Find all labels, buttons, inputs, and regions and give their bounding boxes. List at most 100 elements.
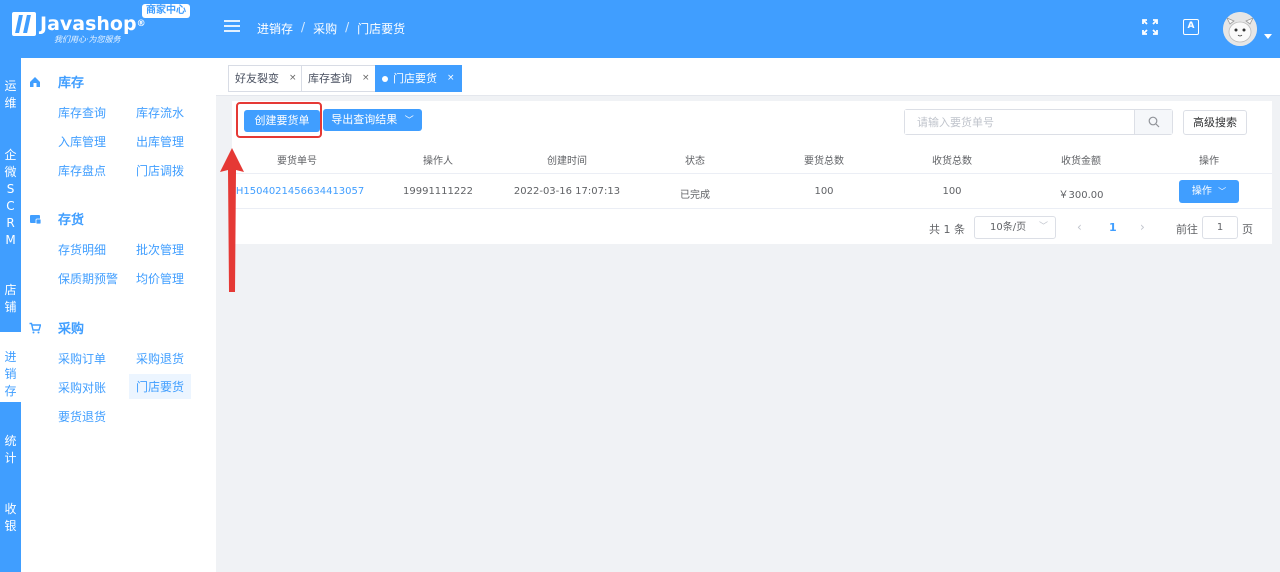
column-header: 收货金额 [1061,156,1101,167]
close-icon[interactable]: × [447,66,455,91]
prev-page-icon[interactable]: ‹ [1077,220,1082,234]
page-unit-label: 页 [1242,223,1253,236]
main-panel: 创建要货单 导出查询结果 ﹀ 高级搜索 要货单号 操作人 创建时间 状态 要货总… [230,101,1272,244]
system-menu-item[interactable]: 企微SCRM [0,147,21,249]
chevron-down-icon: ﹀ [1038,222,1048,232]
column-header: 收货总数 [932,156,972,167]
tab-item-active[interactable]: 门店要货 × [375,65,462,92]
export-label: 导出查询结果 [331,113,398,126]
table-header: 要货单号 操作人 创建时间 状态 要货总数 收货总数 收货金额 操作 [232,142,1272,174]
sidebar-item[interactable]: 采购对账 [54,377,110,398]
top-header: Javashop® 我们用心·为您服务 商家中心 进销存 / 采购 / 门店要货… [0,0,1280,58]
column-header: 状态 [685,156,705,167]
column-header: 要货总数 [804,156,844,167]
table-row: YH1504021456634413057 19991111222 2022-0… [230,174,1272,209]
search-box [904,109,1173,135]
sidebar-section-title: 存货 [29,209,84,228]
logo-mark-icon [12,12,36,36]
system-menu-item[interactable]: 收银 [0,501,21,535]
sidebar-item[interactable]: 采购退货 [132,348,188,369]
tab-item[interactable]: 库存查询 × [301,65,377,92]
arrow-annotation-icon [220,148,244,292]
goto-page-input[interactable] [1202,216,1238,239]
search-icon [1148,116,1159,128]
total-count: 共 1 条 [929,223,965,236]
logo-text: Javashop® [40,13,146,35]
logo-slogan: 我们用心·为您服务 [54,35,121,44]
system-menu-item[interactable]: 统计 [0,433,21,467]
create-order-button[interactable]: 创建要货单 [244,110,320,132]
breadcrumb: 进销存 / 采购 / 门店要货 [257,20,405,37]
search-button[interactable] [1134,110,1172,134]
breadcrumb-separator: / [301,20,306,34]
logo[interactable]: Javashop® [12,12,146,36]
breadcrumb-item[interactable]: 进销存 [257,20,293,37]
breadcrumb-item[interactable]: 采购 [313,20,337,37]
column-header: 操作人 [423,156,453,167]
column-header: 要货单号 [277,156,317,167]
sidebar-item[interactable]: 库存流水 [132,102,188,123]
avatar[interactable] [1223,12,1257,46]
sidebar-section-label: 库存 [58,76,85,91]
sidebar-section-label: 采购 [58,322,85,337]
tab-item[interactable]: 好友裂变 × [228,65,304,92]
operator-cell: 19991111222 [403,186,473,197]
sidebar-section-label: 存货 [58,213,85,228]
sidebar-item[interactable]: 保质期预警 [54,268,122,289]
sidebar: 库存 库存查询 库存流水 入库管理 出库管理 库存盘点 门店调拨 存货 存货明细… [21,58,216,572]
current-page[interactable]: 1 [1109,221,1117,234]
sidebar-item[interactable]: 库存查询 [54,102,110,123]
breadcrumb-separator: / [345,20,350,34]
translate-icon[interactable]: A [1183,19,1199,35]
column-header: 创建时间 [547,156,587,167]
sidebar-section-title: 采购 [29,318,84,337]
close-icon[interactable]: × [362,66,370,91]
active-dot-icon [382,75,388,82]
sidebar-item[interactable]: 出库管理 [132,131,188,152]
column-header: 操作 [1199,156,1219,167]
fullscreen-icon[interactable] [1142,19,1158,35]
menu-icon[interactable] [224,20,240,32]
system-menu-item[interactable]: 店铺 [0,282,21,316]
sidebar-item[interactable]: 采购订单 [54,348,110,369]
search-input[interactable] [905,110,1134,134]
merchant-center-badge: 商家中心 [142,4,190,18]
tab-bar: 好友裂变 × 库存查询 × 门店要货 × [216,58,1280,96]
cart-icon [29,322,41,333]
tab-label: 门店要货 [393,72,437,85]
page-size-value: 10条/页 [990,222,1027,233]
chevron-down-icon: ﹀ [404,116,414,126]
export-results-button[interactable]: 导出查询结果 ﹀ [323,109,422,131]
sidebar-item[interactable]: 入库管理 [54,131,110,152]
tab-label: 库存查询 [308,72,352,85]
system-menu-item-active[interactable]: 进销存 [0,332,21,402]
sidebar-section-title: 库存 [29,72,84,91]
page-size-select[interactable]: 10条/页 ﹀ [974,216,1056,239]
pagination: 共 1 条 10条/页 ﹀ ‹ 1 › 前往 页 [232,215,1272,241]
sidebar-item[interactable]: 库存盘点 [54,160,110,181]
row-action-button[interactable]: 操作 ﹀ [1179,180,1239,203]
inventory-icon [30,214,41,224]
request-total-cell: 100 [814,186,834,197]
sidebar-item[interactable]: 要货退货 [54,406,110,427]
received-total-cell: 100 [942,186,962,197]
sidebar-item-active[interactable]: 门店要货 [129,374,192,399]
created-time-cell: 2022-03-16 17:07:13 [513,186,621,197]
close-icon[interactable]: × [289,66,297,91]
sidebar-item[interactable]: 门店调拨 [132,160,188,181]
advanced-search-button[interactable]: 高级搜索 [1183,110,1247,135]
system-menu-item[interactable]: 运维 [0,78,21,112]
goto-label: 前往 [1176,223,1198,236]
amount-cell: ￥300.00 [1058,190,1104,201]
sidebar-item[interactable]: 均价管理 [132,268,188,289]
breadcrumb-item-current: 门店要货 [357,22,406,36]
chevron-down-icon: ﹀ [1218,187,1227,196]
sidebar-item[interactable]: 批次管理 [132,239,188,260]
next-page-icon[interactable]: › [1140,220,1145,234]
action-label: 操作 [1191,186,1212,197]
status-cell: 已完成 [680,190,710,201]
sidebar-item[interactable]: 存货明细 [54,239,110,260]
system-menu: 运维 企微SCRM 店铺 进销存 统计 收银 [0,58,21,572]
order-number-link[interactable]: YH1504021456634413057 [230,186,365,197]
caret-down-icon[interactable] [1264,34,1272,39]
